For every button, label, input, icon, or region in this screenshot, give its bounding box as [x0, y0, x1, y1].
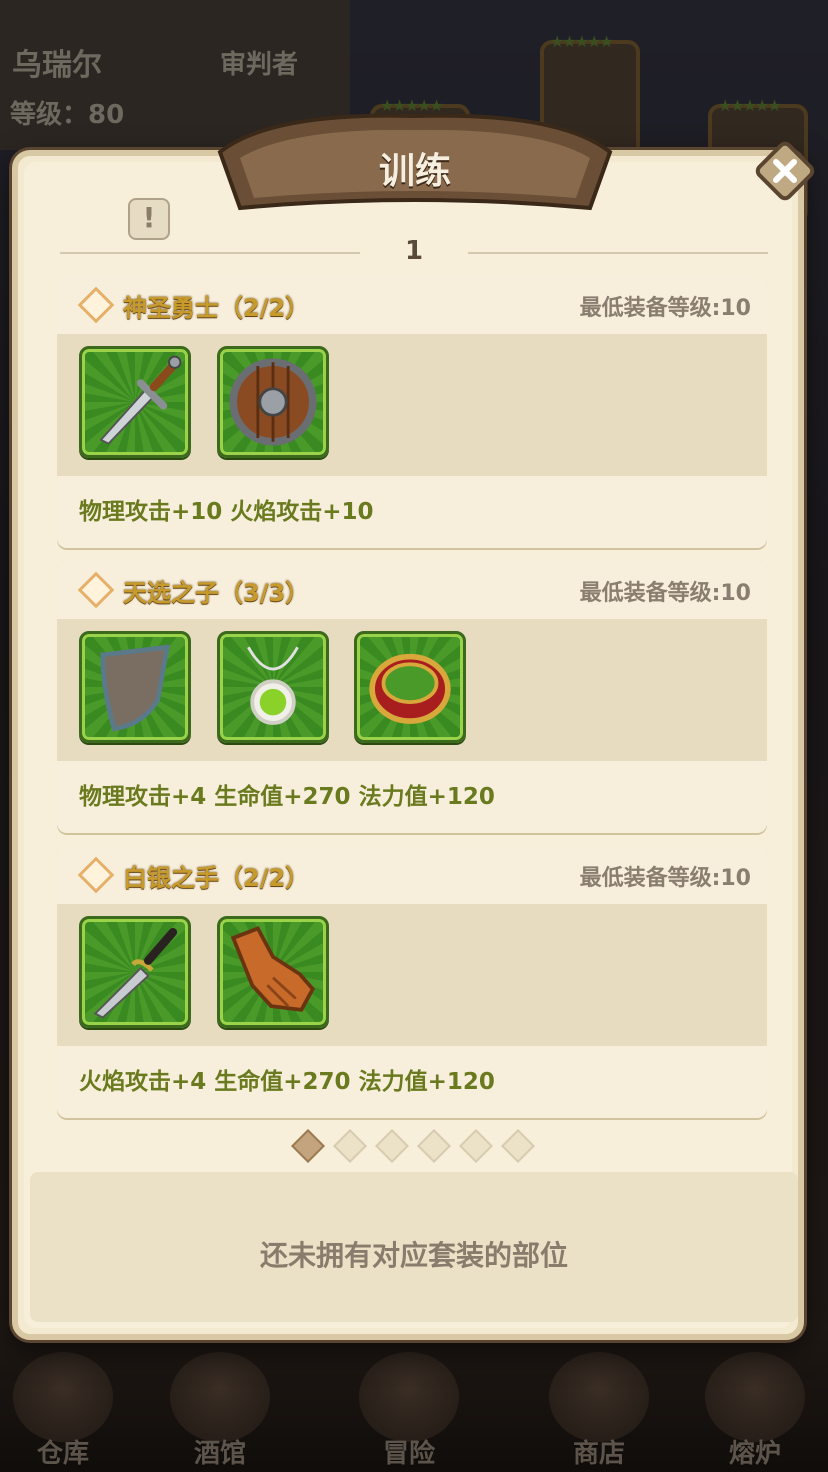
set-panel: 天选之子（3/3） 最低装备等级:10 物理攻击+4 生命值+270 法力值+1… — [57, 561, 767, 833]
set-name: 神圣勇士（2/2） — [123, 294, 310, 322]
set-min-level: 最低装备等级:10 — [579, 296, 751, 321]
page-dot[interactable] — [291, 1129, 325, 1163]
set-name: 白银之手（2/2） — [123, 864, 310, 892]
set-name: 天选之子（3/3） — [123, 579, 310, 607]
set-diamond-icon — [77, 856, 115, 894]
page-dot[interactable] — [459, 1129, 493, 1163]
amulet-icon[interactable] — [217, 631, 329, 743]
set-diamond-icon — [77, 571, 115, 609]
ring-icon[interactable] — [354, 631, 466, 743]
set-panel: 神圣勇士（2/2） 最低装备等级:10 物理攻击+10 火焰攻击+10 — [57, 276, 767, 548]
page-dot[interactable] — [501, 1129, 535, 1163]
dialog-title-banner: 训练 — [210, 112, 620, 222]
item-row — [57, 334, 767, 476]
set-bonus: 火焰攻击+4 生命值+270 法力值+120 — [57, 1046, 767, 1118]
dagger-icon[interactable] — [79, 916, 191, 1028]
set-bonus: 物理攻击+10 火焰攻击+10 — [57, 476, 767, 548]
item-row — [57, 904, 767, 1046]
page-dot[interactable] — [333, 1129, 367, 1163]
item-row — [57, 619, 767, 761]
page-dot[interactable] — [375, 1129, 409, 1163]
set-bonus-text: 物理攻击+10 火焰攻击+10 — [79, 499, 374, 525]
set-header: 神圣勇士（2/2） 最低装备等级:10 — [57, 276, 767, 334]
sword-icon[interactable] — [79, 346, 191, 458]
kite-shield-icon[interactable] — [79, 631, 191, 743]
set-header: 天选之子（3/3） 最低装备等级:10 — [57, 561, 767, 619]
set-bonus-text: 火焰攻击+4 生命值+270 法力值+120 — [79, 1069, 495, 1095]
glove-icon[interactable] — [217, 916, 329, 1028]
close-icon — [755, 141, 815, 201]
set-header: 白银之手（2/2） 最低装备等级:10 — [57, 846, 767, 904]
set-diamond-icon — [77, 286, 115, 324]
status-box: 还未拥有对应套装的部位 — [30, 1172, 798, 1322]
set-min-level: 最低装备等级:10 — [579, 581, 751, 606]
dialog-title: 训练 — [378, 151, 451, 192]
page-number: 1 — [404, 236, 424, 266]
pagination — [290, 1128, 540, 1164]
set-bonus: 物理攻击+4 生命值+270 法力值+120 — [57, 761, 767, 833]
round-shield-icon[interactable] — [217, 346, 329, 458]
page-dot[interactable] — [417, 1129, 451, 1163]
set-min-level: 最低装备等级:10 — [579, 866, 751, 891]
set-bonus-text: 物理攻击+4 生命值+270 法力值+120 — [79, 784, 495, 810]
page-number-row: 1 — [60, 232, 768, 272]
close-button[interactable] — [752, 138, 818, 204]
status-text: 还未拥有对应套装的部位 — [259, 1239, 568, 1272]
set-panel: 白银之手（2/2） 最低装备等级:10 火焰攻击+4 生命值+270 法力值+1… — [57, 846, 767, 1118]
